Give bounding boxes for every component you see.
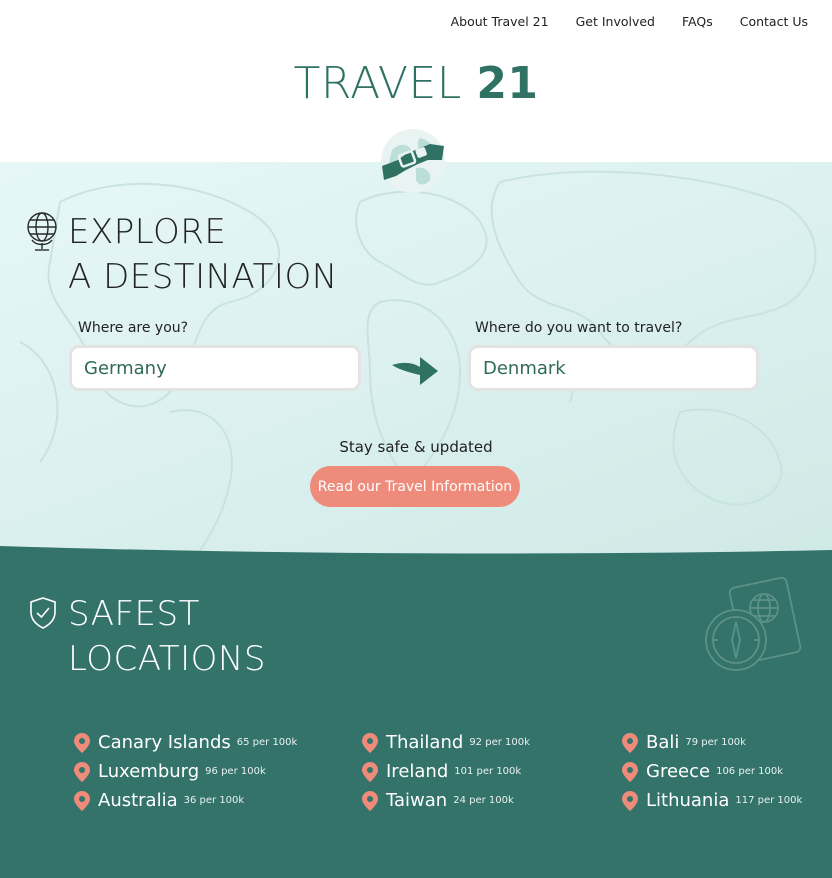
location-item[interactable]: Canary Islands 65 per 100k (74, 728, 297, 757)
location-item[interactable]: Bali 79 per 100k (622, 728, 802, 757)
arrow-right-icon (392, 357, 438, 385)
location-rate: 117 per 100k (735, 795, 803, 806)
safest-title: SAFEST LOCATIONS (68, 592, 266, 682)
globe-icon (27, 212, 57, 251)
safest-title-line2: LOCATIONS (68, 639, 266, 679)
location-name: Taiwan (386, 790, 448, 811)
map-pin-icon (622, 732, 638, 753)
location-name: Australia (98, 790, 178, 811)
explore-section: EXPLORE A DESTINATION Where are you? Ger… (0, 162, 832, 582)
location-rate: 36 per 100k (183, 795, 245, 806)
top-nav: About Travel 21 Get Involved FAQs Contac… (451, 14, 808, 29)
travel-information-button[interactable]: Read our Travel Information (310, 466, 520, 507)
seatbelt-globe-icon (381, 129, 445, 193)
location-rate: 96 per 100k (205, 766, 266, 777)
location-item[interactable]: Ireland 101 per 100k (362, 757, 530, 786)
brand-number: 21 (476, 58, 539, 109)
location-name: Thailand (386, 732, 464, 753)
map-pin-icon (74, 732, 90, 753)
location-item[interactable]: Taiwan 24 per 100k (362, 786, 530, 815)
location-name: Greece (646, 761, 711, 782)
from-input[interactable]: Germany (69, 345, 361, 391)
map-pin-icon (74, 790, 90, 811)
location-item[interactable]: Luxemburg 96 per 100k (74, 757, 297, 786)
to-label: Where do you want to travel? (475, 320, 683, 336)
location-rate: 92 per 100k (469, 737, 530, 748)
to-input[interactable]: Denmark (468, 345, 759, 391)
shield-check-icon (30, 597, 56, 629)
brand-logo[interactable]: TRAVEL 21 (0, 58, 832, 109)
from-label: Where are you? (78, 320, 189, 336)
location-name: Lithuania (646, 790, 730, 811)
location-rate: 65 per 100k (236, 737, 298, 748)
location-name: Canary Islands (98, 732, 231, 753)
location-name: Luxemburg (98, 761, 200, 782)
map-pin-icon (362, 761, 378, 782)
locations-column-3: Bali 79 per 100k Greece 106 per 100k Lit… (622, 728, 802, 815)
location-rate: 106 per 100k (716, 766, 784, 777)
safest-title-line1: SAFEST (68, 594, 200, 634)
stay-safe-text: Stay safe & updated (339, 438, 493, 456)
location-rate: 101 per 100k (454, 766, 522, 777)
nav-about[interactable]: About Travel 21 (451, 14, 549, 29)
location-item[interactable]: Lithuania 117 per 100k (622, 786, 802, 815)
locations-column-2: Thailand 92 per 100k Ireland 101 per 100… (362, 728, 530, 815)
map-pin-icon (74, 761, 90, 782)
map-pin-icon (622, 761, 638, 782)
location-rate: 24 per 100k (453, 795, 514, 806)
explore-title-line2: A DESTINATION (68, 257, 338, 297)
location-rate: 79 per 100k (685, 737, 746, 748)
passport-compass-icon (705, 576, 802, 671)
brand-word: TRAVEL (293, 58, 462, 109)
nav-faqs[interactable]: FAQs (682, 14, 713, 29)
map-pin-icon (362, 732, 378, 753)
location-item[interactable]: Australia 36 per 100k (74, 786, 297, 815)
nav-get-involved[interactable]: Get Involved (576, 14, 655, 29)
nav-contact[interactable]: Contact Us (740, 14, 808, 29)
location-name: Ireland (386, 761, 449, 782)
map-pin-icon (622, 790, 638, 811)
explore-title-line1: EXPLORE (68, 212, 227, 252)
location-item[interactable]: Greece 106 per 100k (622, 757, 802, 786)
location-item[interactable]: Thailand 92 per 100k (362, 728, 530, 757)
map-pin-icon (362, 790, 378, 811)
location-name: Bali (646, 732, 680, 753)
locations-column-1: Canary Islands 65 per 100k Luxemburg 96 … (74, 728, 297, 815)
explore-title: EXPLORE A DESTINATION (68, 210, 338, 300)
